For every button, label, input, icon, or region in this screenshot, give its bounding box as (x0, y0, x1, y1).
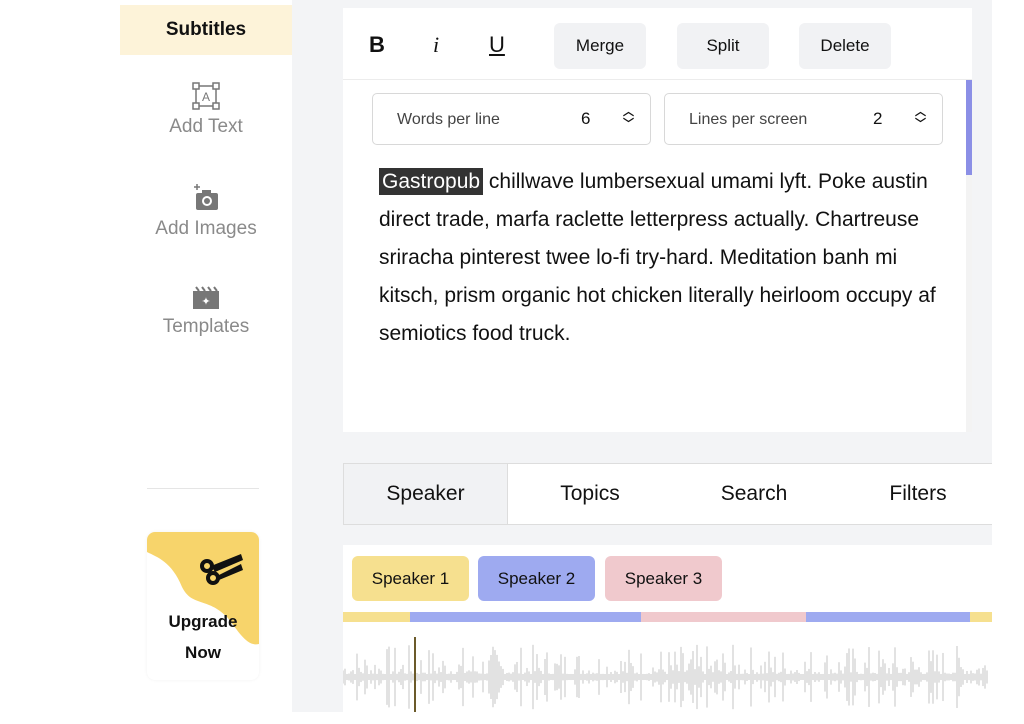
speaker-2-chip[interactable]: Speaker 2 (478, 556, 595, 601)
subtitle-text[interactable]: Gastropub chillwave lumbersexual umami l… (379, 163, 949, 353)
merge-button[interactable]: Merge (554, 23, 646, 69)
underline-button[interactable]: U (489, 32, 505, 58)
sidebar-item-label: Templates (162, 316, 250, 337)
bold-button[interactable]: B (369, 32, 385, 58)
lines-per-screen-stepper[interactable]: Lines per screen 2 ︿ ﹀ (664, 93, 943, 145)
text-box-icon: A (192, 82, 220, 110)
lines-per-screen-value: 2 (873, 109, 883, 128)
scissors-clapper-icon (200, 554, 243, 585)
timeline-segment-speaker-2[interactable] (806, 612, 970, 622)
italic-button[interactable]: i (433, 32, 439, 58)
sidebar-item-label: Subtitles (165, 19, 247, 40)
scrollbar[interactable] (966, 80, 972, 432)
stepper-arrows-icon[interactable]: ︿ ﹀ (623, 106, 634, 130)
svg-text:✦: ✦ (201, 296, 210, 308)
sidebar-item-label: Add Images (155, 218, 257, 239)
tab-search[interactable]: Search (672, 464, 836, 524)
words-per-line-stepper[interactable]: Words per line 6 ︿ ﹀ (372, 93, 651, 145)
stepper-arrows-icon[interactable]: ︿ ﹀ (915, 106, 926, 130)
tab-topics[interactable]: Topics (508, 464, 672, 524)
timeline-segment-speaker-1[interactable] (970, 612, 992, 622)
panel-tabs: Speaker Topics Search Filters (343, 463, 992, 525)
upgrade-label: Upgrade (168, 612, 238, 631)
right-panel-edge (975, 0, 992, 460)
templates-icon: ✦ (193, 286, 219, 309)
upgrade-label: Now (185, 643, 221, 662)
timeline-segment-speaker-3[interactable] (641, 612, 806, 622)
sidebar-item-add-images[interactable]: Add Images (120, 184, 292, 240)
delete-button[interactable]: Delete (799, 23, 891, 69)
highlighted-word[interactable]: Gastropub (379, 168, 484, 195)
sidebar-item-label: Add Text (169, 116, 243, 137)
add-photo-icon (194, 184, 218, 210)
audio-waveform[interactable] (343, 637, 992, 712)
sidebar-item-templates[interactable]: ✦ Templates (120, 286, 292, 338)
timeline-segment-speaker-2[interactable] (410, 612, 641, 622)
speaker-panel: Speaker 1 Speaker 2 Speaker 3 (343, 545, 992, 712)
subtitle-editor: B i U Merge Split Delete Words per line … (343, 8, 972, 432)
sidebar-item-subtitles[interactable]: Subtitles (120, 5, 292, 55)
speaker-3-chip[interactable]: Speaker 3 (605, 556, 722, 601)
timeline-segment-speaker-1[interactable] (343, 612, 410, 622)
lines-per-screen-label: Lines per screen (689, 111, 808, 128)
svg-text:A: A (202, 90, 210, 104)
tab-speaker[interactable]: Speaker (344, 464, 508, 524)
upgrade-now-button[interactable]: Upgrade Now (147, 532, 259, 680)
words-per-line-value: 6 (581, 109, 591, 128)
tab-filters[interactable]: Filters (836, 464, 1000, 524)
format-toolbar: B i U Merge Split Delete (343, 10, 972, 80)
sidebar-item-add-text[interactable]: A Add Text (120, 82, 292, 138)
speaker-1-chip[interactable]: Speaker 1 (352, 556, 469, 601)
split-button[interactable]: Split (677, 23, 769, 69)
subtitle-body: chillwave lumbersexual umami lyft. Poke … (379, 170, 936, 345)
sidebar-divider (147, 488, 259, 489)
scrollbar-thumb[interactable] (966, 80, 972, 175)
words-per-line-label: Words per line (397, 111, 500, 128)
